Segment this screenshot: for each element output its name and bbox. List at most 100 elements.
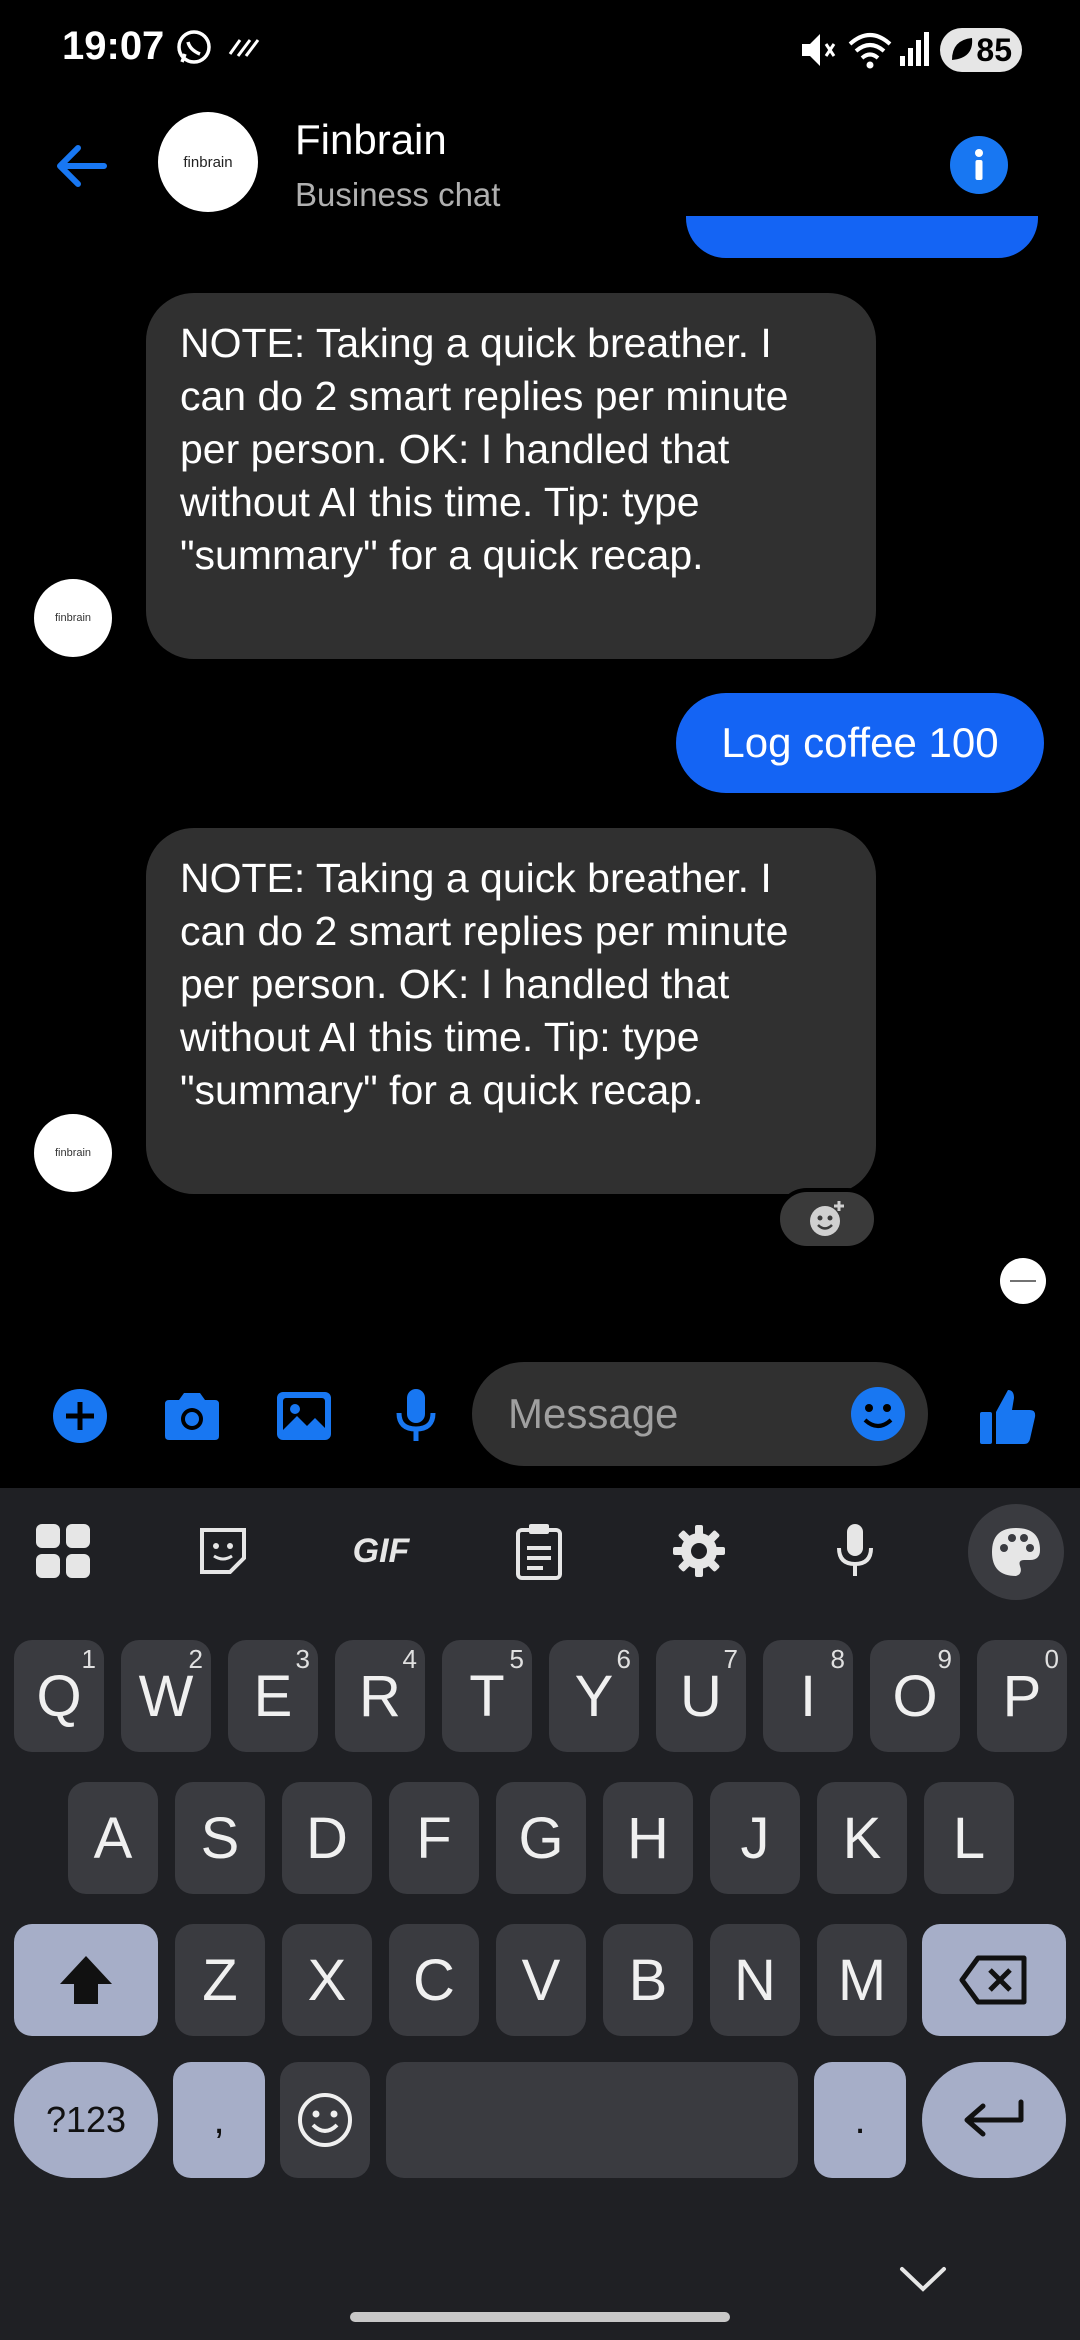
status-bar: 19:07 85 bbox=[0, 0, 1080, 100]
emoji-key[interactable] bbox=[280, 2062, 370, 2178]
info-button[interactable] bbox=[950, 136, 1008, 194]
microphone-icon bbox=[837, 1524, 873, 1576]
gallery-button[interactable] bbox=[272, 1384, 336, 1448]
camera-button[interactable] bbox=[160, 1384, 224, 1448]
key-q[interactable]: Q1 bbox=[14, 1640, 104, 1752]
arrow-left-icon bbox=[57, 145, 107, 187]
key-d[interactable]: D bbox=[282, 1782, 372, 1894]
key-o[interactable]: O9 bbox=[870, 1640, 960, 1752]
period-key[interactable]: . bbox=[814, 2062, 906, 2178]
key-v[interactable]: V bbox=[496, 1924, 586, 2036]
settings-button[interactable] bbox=[666, 1518, 732, 1584]
avatar-logo-text: finbrain bbox=[54, 612, 92, 624]
previous-message-bubble[interactable] bbox=[686, 216, 1038, 258]
info-icon bbox=[975, 149, 983, 180]
grid-icon bbox=[36, 1524, 90, 1578]
voice-record-button[interactable] bbox=[384, 1384, 448, 1448]
key-i[interactable]: I8 bbox=[763, 1640, 853, 1752]
key-label: W bbox=[138, 1663, 194, 1729]
sticker-button[interactable] bbox=[190, 1518, 256, 1584]
key-hint: 1 bbox=[81, 1644, 96, 1674]
battery-level: 85 bbox=[976, 31, 1012, 68]
space-key[interactable] bbox=[386, 2062, 798, 2178]
key-label: O bbox=[892, 1663, 938, 1729]
thumbs-up-icon bbox=[980, 1390, 1036, 1444]
key-hint: 2 bbox=[188, 1644, 203, 1674]
contact-avatar[interactable]: finbrain bbox=[158, 112, 258, 212]
key-j[interactable]: J bbox=[710, 1782, 800, 1894]
key-c[interactable]: C bbox=[389, 1924, 479, 2036]
key-p[interactable]: P0 bbox=[977, 1640, 1067, 1752]
key-u[interactable]: U7 bbox=[656, 1640, 746, 1752]
voice-typing-button[interactable] bbox=[822, 1518, 888, 1584]
clipboard-button[interactable] bbox=[506, 1518, 572, 1584]
chevron-down-icon bbox=[900, 2267, 946, 2292]
key-z[interactable]: Z bbox=[175, 1924, 265, 2036]
symbols-key[interactable]: ?123 bbox=[14, 2062, 158, 2178]
key-m[interactable]: M bbox=[817, 1924, 907, 2036]
key-s[interactable]: S bbox=[175, 1782, 265, 1894]
finbrain-logo-icon bbox=[1010, 1280, 1036, 1282]
avatar-logo-text: finbrain bbox=[54, 1147, 92, 1159]
key-y[interactable]: Y6 bbox=[549, 1640, 639, 1752]
key-r[interactable]: R4 bbox=[335, 1640, 425, 1752]
message-input[interactable]: Message bbox=[472, 1362, 928, 1466]
palette-icon bbox=[992, 1528, 1040, 1576]
signal-icon bbox=[898, 28, 932, 73]
data-saver-icon bbox=[226, 28, 262, 69]
battery-indicator: 85 bbox=[940, 28, 1022, 72]
outgoing-message[interactable]: Log coffee 100 bbox=[676, 693, 1044, 793]
shift-key[interactable] bbox=[14, 1924, 158, 2036]
smiley-icon bbox=[851, 1387, 905, 1441]
hide-keyboard-button[interactable] bbox=[890, 2258, 956, 2298]
key-label: Q bbox=[36, 1663, 82, 1729]
gif-button[interactable]: GIF bbox=[346, 1518, 416, 1584]
bot-avatar[interactable]: finbrain bbox=[34, 579, 112, 657]
incoming-message[interactable]: NOTE: Taking a quick breather. I can do … bbox=[146, 293, 876, 659]
key-f[interactable]: F bbox=[389, 1782, 479, 1894]
key-label: E bbox=[253, 1663, 293, 1729]
key-b[interactable]: B bbox=[603, 1924, 693, 2036]
key-e[interactable]: E3 bbox=[228, 1640, 318, 1752]
microphone-icon bbox=[396, 1389, 436, 1441]
key-k[interactable]: K bbox=[817, 1782, 907, 1894]
keyboard-toolbar: GIF bbox=[0, 1488, 1080, 1614]
mute-icon bbox=[796, 28, 836, 77]
key-l[interactable]: L bbox=[924, 1782, 1014, 1894]
key-n[interactable]: N bbox=[710, 1924, 800, 2036]
emoji-button[interactable] bbox=[848, 1384, 908, 1449]
apps-grid-button[interactable] bbox=[30, 1518, 96, 1584]
add-button[interactable] bbox=[48, 1384, 112, 1448]
key-x[interactable]: X bbox=[282, 1924, 372, 2036]
image-icon bbox=[277, 1392, 331, 1440]
add-reaction-button[interactable] bbox=[776, 1188, 878, 1250]
key-hint: 3 bbox=[295, 1644, 310, 1674]
incoming-message[interactable]: NOTE: Taking a quick breather. I can do … bbox=[146, 828, 876, 1194]
bot-avatar[interactable]: finbrain bbox=[34, 1114, 112, 1192]
backspace-key[interactable] bbox=[922, 1924, 1066, 2036]
key-w[interactable]: W2 bbox=[121, 1640, 211, 1752]
key-label: R bbox=[359, 1663, 401, 1729]
wifi-icon bbox=[846, 28, 894, 77]
back-button[interactable] bbox=[44, 130, 116, 202]
key-hint: 7 bbox=[723, 1644, 738, 1674]
key-h[interactable]: H bbox=[603, 1782, 693, 1894]
battery-saver-icon bbox=[948, 34, 976, 74]
key-g[interactable]: G bbox=[496, 1782, 586, 1894]
key-a[interactable]: A bbox=[68, 1782, 158, 1894]
status-time: 19:07 bbox=[62, 24, 165, 68]
like-button[interactable] bbox=[976, 1384, 1040, 1448]
key-hint: 6 bbox=[616, 1644, 631, 1674]
enter-icon bbox=[964, 2099, 1024, 2137]
enter-key[interactable] bbox=[922, 2062, 1066, 2178]
key-label: U bbox=[680, 1663, 722, 1729]
key-hint: 4 bbox=[402, 1644, 417, 1674]
shift-icon bbox=[60, 1956, 112, 2004]
theme-button[interactable] bbox=[968, 1504, 1064, 1600]
home-gesture-handle[interactable] bbox=[350, 2312, 730, 2322]
comma-key[interactable]: , bbox=[173, 2062, 265, 2178]
clipboard-icon bbox=[516, 1524, 562, 1580]
contact-name[interactable]: Finbrain bbox=[295, 116, 447, 164]
key-t[interactable]: T5 bbox=[442, 1640, 532, 1752]
key-hint: 5 bbox=[509, 1644, 524, 1674]
